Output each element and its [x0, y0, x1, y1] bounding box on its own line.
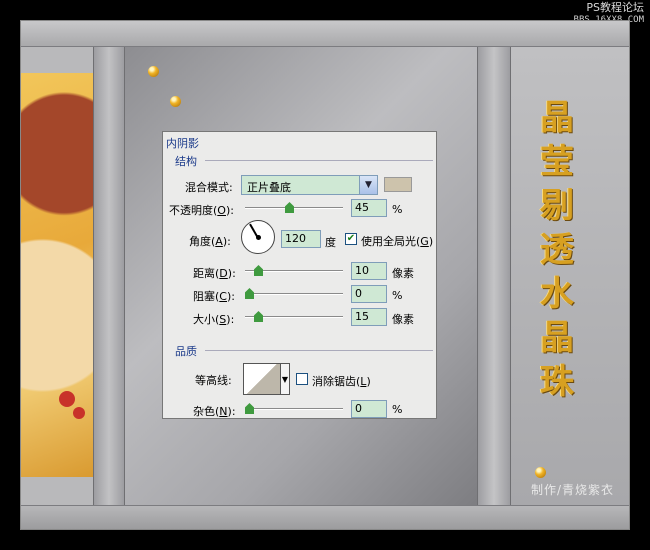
divider: [205, 350, 433, 351]
pixel-unit: 像素: [392, 313, 414, 326]
title-char: 珠: [540, 362, 574, 402]
blend-mode-select[interactable]: 正片叠底 ▼: [241, 175, 378, 195]
percent-unit: %: [392, 203, 403, 216]
percent-unit: %: [392, 403, 403, 416]
angle-dial-center: [256, 235, 261, 240]
title-char: 水: [540, 274, 574, 314]
left-stripe: [93, 47, 125, 507]
global-light-checkbox[interactable]: ✔: [345, 233, 357, 245]
size-field[interactable]: 15: [351, 308, 387, 326]
slider-track: [245, 207, 343, 209]
distance-field[interactable]: 10: [351, 262, 387, 280]
angle-dial[interactable]: [241, 220, 275, 254]
noise-label: 杂色(N):: [193, 405, 236, 418]
crystal-bead: [170, 96, 181, 107]
canvas: PS教程论坛 BBS.16XX8.COM 晶 莹 剔 透 水 晶 珠 制作/青烧…: [0, 0, 650, 550]
distance-slider[interactable]: [245, 265, 343, 277]
slider-thumb[interactable]: [254, 311, 263, 322]
blend-mode-value: 正片叠底: [247, 181, 291, 194]
choke-slider[interactable]: [245, 288, 343, 300]
title-char: 透: [540, 230, 574, 270]
credit-text: 制作/青烧紫衣: [531, 483, 615, 497]
dialog-header: 内阴影: [166, 137, 199, 150]
watermark-title: PS教程论坛: [586, 1, 644, 14]
slider-thumb[interactable]: [245, 288, 254, 299]
divider: [205, 160, 433, 161]
slider-thumb[interactable]: [245, 403, 254, 414]
shadow-color-swatch[interactable]: [384, 177, 412, 192]
noise-slider[interactable]: [245, 403, 343, 415]
size-label: 大小(S):: [193, 313, 235, 326]
bottom-bar: [21, 505, 629, 529]
opacity-label: 不透明度(O):: [169, 204, 234, 217]
section-quality-title: 品质: [175, 345, 197, 358]
slider-thumb[interactable]: [254, 265, 263, 276]
vertical-title: 晶 莹 剔 透 水 晶 珠: [532, 96, 582, 404]
chevron-down-icon[interactable]: ▼: [281, 363, 290, 395]
percent-unit: %: [392, 289, 403, 302]
title-char: 晶: [540, 318, 574, 358]
chevron-down-icon[interactable]: ▼: [359, 176, 377, 194]
opacity-field[interactable]: 45: [351, 199, 387, 217]
crystal-bead: [148, 66, 159, 77]
size-slider[interactable]: [245, 311, 343, 323]
angle-field[interactable]: 120: [281, 230, 321, 248]
angle-unit: 度: [325, 236, 336, 249]
contour-curve: [244, 364, 280, 394]
crystal-bead: [535, 467, 546, 478]
title-char: 莹: [540, 142, 574, 182]
choke-field[interactable]: 0: [351, 285, 387, 303]
slider-thumb[interactable]: [285, 202, 294, 213]
flower-decoration: [59, 391, 75, 407]
illustration-image: [21, 73, 93, 477]
angle-label: 角度(A):: [189, 235, 231, 248]
right-stripe: [477, 47, 511, 507]
slider-track: [245, 293, 343, 295]
distance-label: 距离(D):: [193, 267, 236, 280]
inner-shadow-dialog: 内阴影 结构 混合模式: 正片叠底 ▼ 不透明度(O): 45 % 角度(A):…: [162, 131, 437, 419]
title-char: 剔: [540, 186, 574, 226]
flower-decoration: [73, 407, 85, 419]
contour-preview[interactable]: [243, 363, 281, 395]
top-bar: [21, 21, 629, 47]
noise-field[interactable]: 0: [351, 400, 387, 418]
antialias-label: 消除锯齿(L): [312, 375, 371, 388]
pixel-unit: 像素: [392, 267, 414, 280]
global-light-label: 使用全局光(G): [361, 235, 434, 248]
antialias-checkbox[interactable]: [296, 373, 308, 385]
opacity-slider[interactable]: [245, 202, 343, 214]
slider-track: [245, 408, 343, 410]
contour-label: 等高线:: [195, 374, 232, 387]
blend-mode-label: 混合模式:: [185, 181, 233, 194]
section-structure-title: 结构: [175, 155, 197, 168]
choke-label: 阻塞(C):: [193, 290, 235, 303]
title-char: 晶: [540, 98, 574, 138]
